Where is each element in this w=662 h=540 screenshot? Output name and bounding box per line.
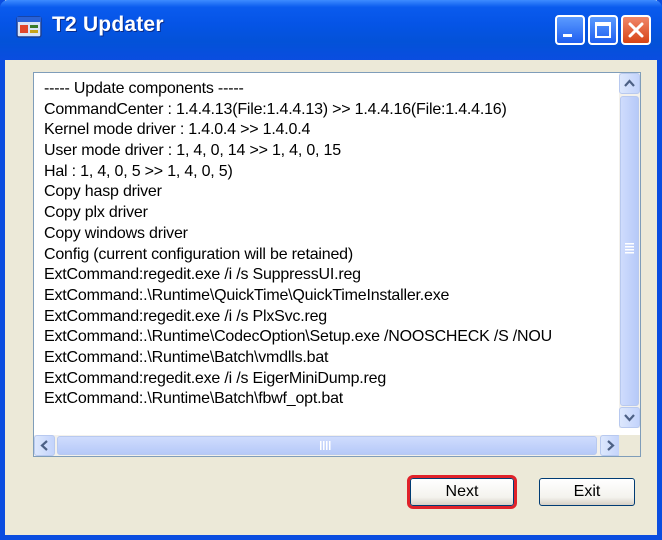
chevron-down-icon: [624, 414, 635, 422]
close-icon: [628, 22, 644, 38]
minimize-button[interactable]: [555, 15, 585, 45]
log-line: ExtCommand:.\Runtime\Batch\fbwf_opt.bat: [44, 390, 344, 408]
vertical-scroll-thumb[interactable]: [620, 96, 639, 406]
minimize-icon: [563, 34, 572, 37]
log-line: Copy hasp driver: [44, 183, 162, 201]
log-line: ExtCommand:regedit.exe /i /s SuppressUI.…: [44, 266, 361, 284]
log-line: CommandCenter : 1.4.4.13(File:1.4.4.13) …: [44, 100, 507, 118]
log-line: ExtCommand:.\Runtime\Batch\vmdlls.bat: [44, 348, 329, 366]
log-lines: ----- Update components ----- CommandCen…: [44, 79, 619, 419]
window-title: T2 Updater: [52, 13, 164, 36]
log-line: Copy windows driver: [44, 224, 188, 242]
chevron-right-icon: [607, 440, 615, 451]
log-line: Copy plx driver: [44, 204, 148, 222]
grip-icon: [625, 243, 634, 254]
vertical-scrollbar[interactable]: [619, 73, 640, 428]
close-button[interactable]: [621, 15, 651, 45]
log-line: User mode driver : 1, 4, 0, 14 >> 1, 4, …: [44, 142, 341, 160]
scroll-down-button[interactable]: [619, 407, 640, 428]
chevron-left-icon: [40, 440, 48, 451]
log-line: Kernel mode driver : 1.4.0.4 >> 1.4.0.4: [44, 121, 311, 139]
app-icon: [16, 14, 42, 40]
title-bar[interactable]: T2 Updater: [0, 0, 662, 60]
maximize-button[interactable]: [588, 15, 618, 45]
update-log-textbox[interactable]: ----- Update components ----- CommandCen…: [33, 72, 641, 457]
updater-window: T2 Updater ----- Update components -----…: [0, 0, 662, 540]
log-line: ExtCommand:.\Runtime\QuickTime\QuickTime…: [44, 286, 450, 304]
log-line: ----- Update components -----: [44, 80, 244, 97]
scroll-up-button[interactable]: [619, 73, 640, 94]
log-line: Config (current configuration will be re…: [44, 245, 353, 263]
log-line: ExtCommand:regedit.exe /i /s PlxSvc.reg: [44, 307, 327, 325]
scrollbar-corner: [619, 435, 640, 456]
grip-icon: [320, 441, 331, 450]
horizontal-scroll-thumb[interactable]: [57, 436, 597, 455]
chevron-up-icon: [624, 79, 635, 87]
scroll-right-button[interactable]: [600, 435, 621, 456]
next-button[interactable]: Next: [407, 475, 517, 509]
scroll-left-button[interactable]: [34, 435, 55, 456]
horizontal-scrollbar[interactable]: [34, 435, 621, 456]
log-line: ExtCommand:regedit.exe /i /s EigerMiniDu…: [44, 369, 387, 387]
log-line: ExtCommand:.\Runtime\CodecOption\Setup.e…: [44, 328, 552, 346]
log-line: Hal : 1, 4, 0, 5 >> 1, 4, 0, 5): [44, 162, 233, 180]
maximize-icon: [595, 22, 611, 38]
exit-button[interactable]: Exit: [539, 478, 635, 506]
